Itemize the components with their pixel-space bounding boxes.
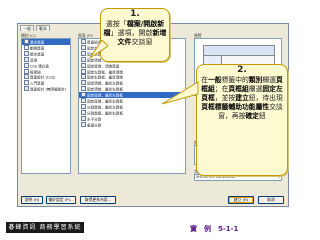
callout-2-text-a: 在 — [201, 76, 209, 84]
tab-general[interactable]: 一般 — [20, 25, 34, 31]
callout-2-text-k: ，並按 — [214, 94, 236, 102]
document-icon — [81, 103, 86, 109]
page-item-label: 固定左頁框，巢狀頂端 — [87, 70, 123, 75]
category-item-label: 頁面設計 (無障礙設計) — [30, 87, 67, 92]
document-icon — [24, 68, 29, 74]
document-icon — [81, 56, 86, 62]
page-item-label: 固定頂端，巢狀左頁框 — [87, 81, 123, 86]
callout-2-text-d: 類別 — [248, 76, 263, 84]
example-number: 實 例 5-1-1 — [190, 225, 239, 233]
document-icon — [24, 62, 29, 68]
tab-templates[interactable]: 範本 — [36, 25, 50, 31]
page-item-label: 固定底端，巢狀右頁框 — [87, 99, 123, 104]
category-item-label: 框架組 — [30, 70, 41, 75]
category-item-label: CSS 樣式表 — [30, 64, 49, 69]
page-item-label: 固定頂端，巢狀右頁框 — [87, 87, 123, 92]
document-icon — [24, 80, 29, 86]
callout-2-text-g: ；在 — [214, 85, 229, 93]
callout-1-text-a: 選按「 — [105, 20, 127, 28]
get-more-content-button[interactable]: 取得更多內容... — [80, 196, 116, 204]
document-icon — [81, 115, 86, 121]
callout-step-1: 1. 選按「檔案/開啟新檔」選項，開啟新增文件交談窗 — [100, 8, 170, 62]
callout-1-number: 1. — [130, 9, 140, 19]
callout-1-pointer — [89, 40, 108, 59]
callout-2-text-h: 頁框組 — [228, 85, 249, 93]
category-item-label: 範本頁面 — [30, 52, 45, 57]
publisher-label: 碁峰資訊 商務學習系統 — [6, 222, 84, 233]
create-button[interactable]: 建立 (R) — [228, 196, 254, 204]
page-item[interactable]: 垂直分割 — [79, 121, 185, 128]
document-icon — [81, 86, 86, 92]
footer: 碁峰資訊 商務學習系統 實 例 5-1-1 — [0, 220, 320, 240]
category-item-label: 頁面設計 (CSS) — [30, 75, 56, 80]
document-icon — [81, 39, 86, 44]
document-icon — [24, 74, 29, 80]
category-item-label: 動態頁面 — [30, 46, 45, 51]
preferences-button[interactable]: 偏好設定 (P)... — [46, 196, 76, 204]
cancel-button[interactable]: 取消 — [258, 196, 284, 204]
document-icon — [81, 80, 86, 86]
callout-1-text-e: 交談窗 — [131, 38, 153, 46]
callout-2-text-i: 欄選 — [248, 85, 263, 93]
document-icon — [81, 68, 86, 74]
callout-2-text-b: 一般 — [208, 76, 222, 84]
page-item-label: 固定右頁框，巢狀頂端 — [87, 75, 123, 80]
document-icon — [81, 92, 86, 98]
category-item[interactable]: 頁面設計 (無障礙設計) — [22, 86, 70, 92]
document-icon — [24, 39, 29, 44]
page-item-label: 垂直分割 — [87, 123, 102, 128]
callout-1-text-c: 」選項，開啟 — [110, 29, 153, 37]
callout-step-2: 2. 在一般標籤中的類別欄選頁框組；在頁框組欄選固定左頁框，並按建立鈕，待出現頁… — [196, 64, 288, 176]
document-icon — [24, 86, 29, 92]
document-icon — [24, 44, 29, 50]
category-list[interactable]: 基本頁面 動態頁面 範本頁面 其他 CSS 樣式表 框架組 頁面設計 (CSS) 入門頁面 頁面… — [21, 38, 71, 174]
category-item-label: 基本頁面 — [30, 40, 45, 45]
document-icon — [81, 98, 86, 104]
page-item-label: 固定底端，巢狀左頁框 — [87, 93, 123, 98]
callout-2-text-c: 標籤中的 — [221, 76, 249, 84]
callout-2-text-e: 欄選 — [262, 76, 276, 84]
document-icon — [81, 62, 86, 68]
category-item-label: 入門頁面 — [30, 81, 45, 86]
document-icon — [24, 50, 29, 56]
document-icon — [24, 56, 29, 62]
callout-2-text-n: 頁框標籤輔助功能屬性 — [201, 103, 270, 111]
page-item-label: 水平分割 — [87, 117, 102, 122]
callout-2-text-q: 鈕 — [258, 112, 266, 120]
callout-2-text-m: 鈕，待出現 — [248, 94, 283, 102]
preview-top-frame — [204, 46, 274, 56]
callout-2-text-l: 建立 — [235, 94, 249, 102]
help-button[interactable]: 說明 (H) — [21, 196, 43, 204]
category-item-label: 其他 — [30, 58, 38, 63]
document-icon — [81, 44, 86, 50]
document-icon — [81, 74, 86, 80]
document-icon — [81, 121, 86, 127]
callout-2-number: 2. — [237, 65, 247, 75]
page-item-label: 分割頁框，巢狀左頁框 — [87, 105, 123, 110]
document-icon — [81, 50, 86, 56]
document-icon — [81, 109, 86, 115]
callout-2-text-p: 確定 — [245, 112, 259, 120]
page-item-label: 分割頁框，巢狀右頁框 — [87, 111, 123, 116]
page-item-label: 固定底端，頂端頁面 — [87, 64, 120, 69]
callout-2-pointer — [161, 81, 199, 105]
dialog-tabs: 一般 範本 — [20, 25, 52, 31]
